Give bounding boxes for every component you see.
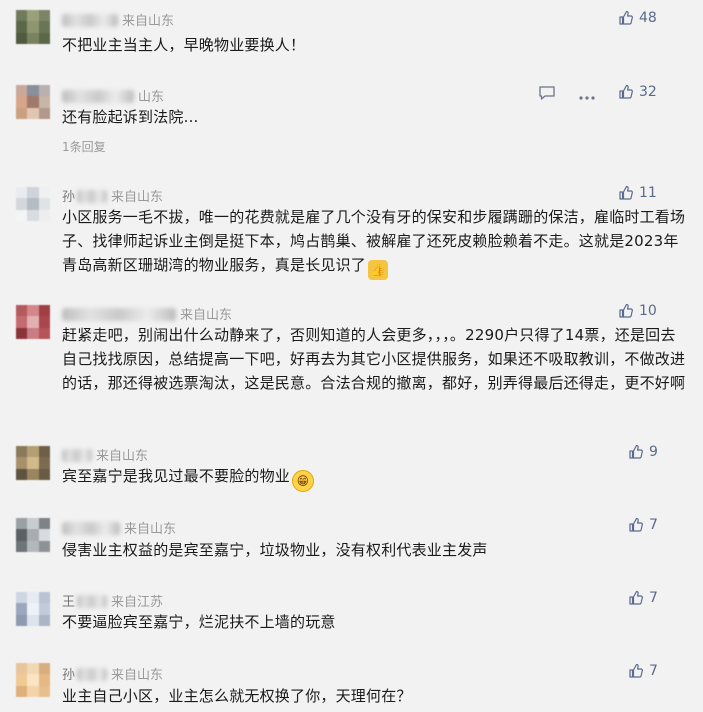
thumb-up-icon (618, 10, 634, 26)
comment-text: 侵害业主权益的是宾至嘉宁，垃圾物业，没有权利代表业主发声 (62, 541, 488, 559)
comment-meta: 来自山东 (62, 10, 174, 29)
blurred-username[interactable] (77, 668, 108, 681)
comment-actions (538, 85, 596, 105)
blurred-username[interactable] (77, 190, 108, 203)
comment-meta: 王 来自江苏 (62, 591, 163, 610)
comment-username[interactable]: 孙 (62, 668, 75, 683)
avatar[interactable] (16, 663, 50, 697)
comment-item: 来自山东 9 宾至嘉宁是我见过最不要脸的物业 😁 (0, 440, 703, 512)
like-count: 7 (649, 590, 658, 606)
thumb-up-icon (628, 590, 644, 606)
like-button[interactable]: 7 (628, 590, 658, 606)
like-button[interactable]: 7 (628, 517, 658, 533)
comment-location: 山东 (138, 90, 165, 105)
comment-text: 宾至嘉宁是我见过最不要脸的物业 😁 (62, 464, 687, 492)
comment-meta: 来自山东 (62, 304, 232, 323)
comment-location: 来自山东 (111, 190, 164, 205)
avatar[interactable] (16, 518, 50, 552)
comment-item: 孙 来自山东 11 小区服务一毛不拔，唯一的花费就是雇了几个没有牙的保安和步履蹒跚… (0, 175, 703, 295)
comment-location: 来自山东 (111, 668, 164, 683)
comment-icon[interactable] (538, 85, 556, 105)
like-button[interactable]: 7 (628, 663, 658, 679)
comment-text: 业主自己小区，业主怎么就无权换了你，天理何在？ (62, 687, 412, 705)
blurred-username[interactable] (62, 308, 176, 321)
like-count: 11 (639, 185, 657, 201)
like-button[interactable]: 10 (618, 303, 657, 319)
grimacing-emoji-icon: 😁 (292, 470, 315, 492)
like-button[interactable]: 32 (618, 84, 657, 100)
comment-item: 孙 来自山东 7 业主自己小区，业主怎么就无权换了你，天理何在？ (0, 660, 703, 712)
like-count: 9 (649, 444, 658, 460)
thumb-up-icon (618, 303, 634, 319)
comment-location: 来自山东 (122, 14, 175, 29)
comment-location: 来自山东 (96, 449, 149, 464)
comment-item: 山东 32 还有脸起诉到法院... 1条回复 (0, 80, 703, 175)
comment-text: 还有脸起诉到法院... (62, 108, 199, 126)
avatar[interactable] (16, 305, 50, 339)
like-count: 48 (639, 10, 657, 26)
comment-meta: 孙 来自山东 (62, 186, 163, 205)
like-count: 7 (649, 663, 658, 679)
comment-username[interactable]: 孙 (62, 190, 75, 205)
comment-meta: 来自山东 (62, 445, 148, 464)
comment-meta: 孙 来自山东 (62, 664, 163, 683)
comment-text: 不要逼脸宾至嘉宁，烂泥扶不上墙的玩意 (62, 613, 336, 631)
avatar[interactable] (16, 10, 50, 44)
more-icon[interactable] (578, 86, 596, 105)
avatar[interactable] (16, 85, 50, 119)
avatar[interactable] (16, 446, 50, 480)
comment-item: 来自山东 48 不把业主当主人，早晚物业要换人！ (0, 0, 703, 80)
comment-text-body: 宾至嘉宁是我见过最不要脸的物业 (62, 467, 291, 485)
like-count: 32 (639, 84, 657, 100)
thumb-up-icon (628, 444, 644, 460)
thumb-up-icon (628, 663, 644, 679)
blurred-username[interactable] (62, 14, 118, 27)
like-button[interactable]: 11 (618, 185, 657, 201)
comment-location: 来自江苏 (111, 595, 164, 610)
comment-meta: 山东 (62, 86, 164, 105)
blurred-username[interactable] (62, 90, 134, 103)
like-button[interactable]: 48 (618, 10, 657, 26)
blurred-username[interactable] (62, 522, 120, 535)
comment-item: 来自山东 10 赶紧走吧，别闹出什么动静来了，否则知道的人会更多，，，。2290… (0, 295, 703, 440)
comment-text: 小区服务一毛不拔，唯一的花费就是雇了几个没有牙的保安和步履蹒跚的保洁，雇临时工看… (62, 205, 687, 280)
reply-count-link[interactable]: 1条回复 (62, 138, 106, 155)
thumb-up-icon (628, 517, 644, 533)
blurred-username[interactable] (77, 595, 108, 608)
thumbs-up-emoji-icon: 👍 (368, 260, 389, 280)
comment-text: 赶紧走吧，别闹出什么动静来了，否则知道的人会更多，，，。2290户只得了14票，… (62, 326, 686, 392)
avatar[interactable] (16, 187, 50, 221)
comment-item: 王 来自江苏 7 不要逼脸宾至嘉宁，烂泥扶不上墙的玩意 (0, 588, 703, 660)
thumb-up-icon (618, 84, 634, 100)
blurred-username[interactable] (62, 449, 92, 462)
like-button[interactable]: 9 (628, 444, 658, 460)
like-count: 10 (639, 303, 657, 319)
comment-meta: 来自山东 (62, 518, 176, 537)
like-count: 7 (649, 517, 658, 533)
avatar[interactable] (16, 592, 50, 626)
comment-text: 不把业主当主人，早晚物业要换人！ (62, 36, 306, 54)
comment-username[interactable]: 王 (62, 595, 75, 610)
comment-location: 来自山东 (124, 522, 177, 537)
comment-location: 来自山东 (180, 308, 233, 323)
comment-item: 来自山东 7 侵害业主权益的是宾至嘉宁，垃圾物业，没有权利代表业主发声 (0, 512, 703, 588)
thumb-up-icon (618, 185, 634, 201)
